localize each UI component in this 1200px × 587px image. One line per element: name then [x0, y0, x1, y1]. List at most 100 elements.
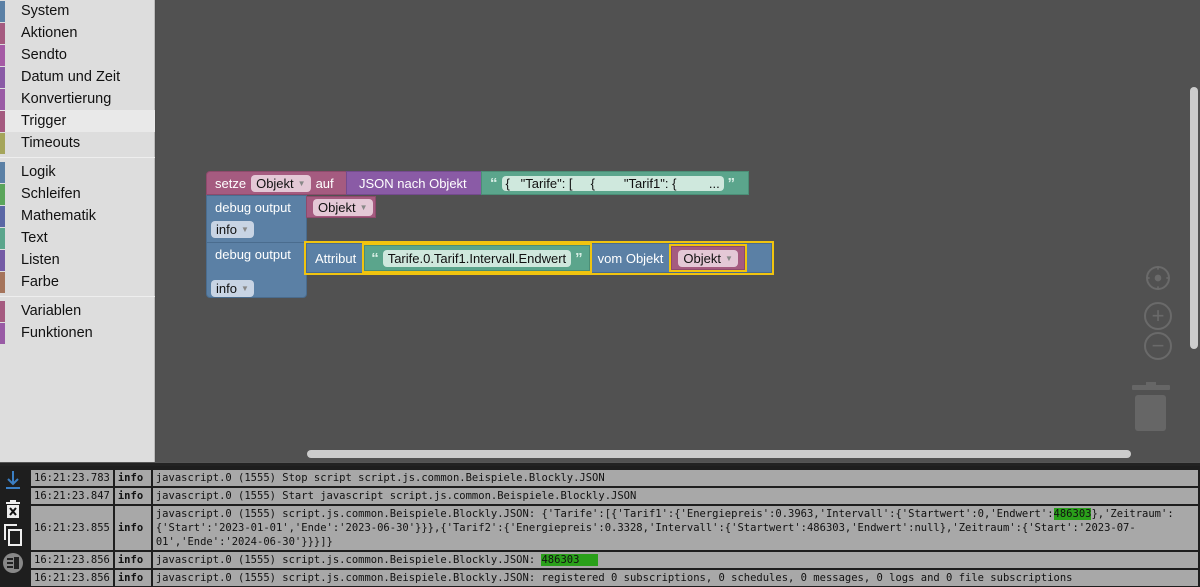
workspace[interactable]: setze Objekt ▼ auf JSON nach Objekt “ { "… — [156, 0, 1200, 462]
recenter-button[interactable] — [1146, 266, 1170, 290]
close-quote-icon: ” — [575, 249, 583, 267]
json-text-block[interactable]: “ { "Tarife": [ { "Tarif1": { ... ” — [481, 171, 749, 195]
category-label: Funktionen — [21, 325, 93, 341]
toolbox-category-text[interactable]: Text — [0, 227, 155, 249]
zoom-out-button[interactable]: − — [1144, 332, 1172, 360]
open-quote-icon: “ — [371, 249, 379, 267]
toolbox-category-variablen[interactable]: Variablen — [0, 300, 155, 322]
horizontal-scrollbar[interactable] — [307, 450, 1131, 458]
category-color-strip — [0, 66, 5, 88]
json-to-object-block[interactable]: JSON nach Objekt — [346, 171, 482, 195]
category-color-strip — [0, 271, 5, 293]
toolbox-category-trigger[interactable]: Trigger — [0, 110, 155, 132]
scroll-down-button[interactable] — [2, 469, 24, 491]
set-label: setze — [215, 175, 247, 191]
toolbox-category-system[interactable]: System — [0, 0, 155, 22]
log-table: 16:21:23.783 info javascript.0 (1555) Stop… — [29, 468, 1200, 587]
category-label: Listen — [21, 252, 60, 268]
log-row: 16:21:23.847 info javascript.0 (1555) Star… — [31, 488, 1198, 504]
log-level-dropdown[interactable]: info ▼ — [211, 280, 254, 297]
log-severity: info — [114, 506, 151, 550]
log-panel: 16:21:23.783 info javascript.0 (1555) Stop… — [0, 466, 1200, 587]
open-quote-icon: “ — [490, 174, 498, 192]
crosshair-icon — [1148, 266, 1168, 290]
chevron-down-icon: ▼ — [240, 225, 249, 234]
category-label: Trigger — [21, 113, 67, 129]
blockly-editor: System Aktionen Sendto Datum und Zeit Konver… — [0, 0, 1200, 587]
debug-output-block-1[interactable]: debug output info ▼ — [206, 195, 307, 243]
category-color-strip — [0, 22, 5, 44]
from-object-label: vom Objekt — [597, 250, 664, 266]
debug-output-label: debug output — [215, 200, 291, 215]
log-message: javascript.0 (1555) Stop script script.j… — [152, 470, 1198, 486]
attribute-block[interactable]: Attribut “ Tarife.0.Tarif1.Intervall.End… — [304, 241, 774, 275]
toolbox-category-timeouts[interactable]: Timeouts — [0, 132, 155, 154]
category-label: Text — [21, 230, 48, 246]
category-label: Mathematik — [21, 208, 96, 224]
debug-output-label: debug output — [215, 247, 291, 262]
log-severity: info — [114, 552, 151, 568]
log-row: 16:21:23.783 info javascript.0 (1555) Stop… — [31, 470, 1198, 486]
chevron-down-icon: ▼ — [297, 178, 306, 188]
log-highlight: 486303 — [1053, 508, 1092, 520]
log-message: javascript.0 (1555) script.js.common.Bei… — [152, 552, 1198, 568]
clear-log-button[interactable] — [2, 498, 24, 520]
toolbox-category-sendto[interactable]: Sendto — [0, 44, 155, 66]
variable-get-block[interactable]: Objekt ▼ — [669, 244, 747, 272]
log-message: javascript.0 (1555) script.js.common.Bei… — [152, 570, 1198, 586]
category-color-strip — [0, 0, 5, 22]
vertical-scrollbar[interactable] — [1190, 87, 1198, 349]
variable-dropdown[interactable]: Objekt ▼ — [678, 249, 738, 267]
category-color-strip — [0, 132, 5, 154]
toolbox-category-datum-und-zeit[interactable]: Datum und Zeit — [0, 66, 155, 88]
category-label: System — [21, 3, 70, 19]
debug-output-block-2[interactable]: debug output info ▼ — [206, 242, 307, 298]
toolbox-separator — [0, 157, 155, 158]
log-level-dropdown[interactable]: info ▼ — [211, 221, 254, 238]
toolbox-category-mathematik[interactable]: Mathematik — [0, 205, 155, 227]
log-message-text: javascript.0 (1555) script.js.common.Bei… — [155, 508, 1054, 520]
variable-dropdown[interactable]: Objekt ▼ — [313, 198, 373, 216]
log-message: javascript.0 (1555) Start javascript scr… — [152, 488, 1198, 504]
log-severity: info — [114, 570, 151, 586]
category-label: Timeouts — [21, 135, 81, 151]
log-time: 16:21:23.783 — [31, 470, 113, 486]
zoom-in-button[interactable]: + — [1144, 302, 1172, 330]
copy-icon — [4, 524, 22, 546]
chevron-down-icon: ▼ — [724, 253, 733, 263]
json-text-field[interactable]: { "Tarife": [ { "Tarif1": { ... — [501, 175, 724, 191]
set-variable-block[interactable]: setze Objekt ▼ auf — [206, 171, 349, 195]
variable-get-block[interactable]: Objekt ▼ — [306, 196, 376, 218]
toolbox-category-schleifen[interactable]: Schleifen — [0, 183, 155, 205]
category-label: Farbe — [21, 274, 59, 290]
category-color-strip — [0, 249, 5, 271]
log-message-text: javascript.0 (1555) script.js.common.Bei… — [155, 554, 542, 566]
log-row: 16:21:23.856 info javascript.0 (1555) scri… — [31, 552, 1198, 568]
path-text-field[interactable]: Tarife.0.Tarif1.Intervall.Endwert — [382, 249, 572, 267]
trash-button[interactable] — [1132, 380, 1170, 437]
category-label: Konvertierung — [21, 91, 112, 107]
category-color-strip — [0, 322, 5, 344]
category-color-strip — [0, 300, 5, 322]
variable-dropdown[interactable]: Objekt ▼ — [251, 174, 311, 192]
toolbox-category-farbe[interactable]: Farbe — [0, 271, 155, 293]
close-quote-icon: ” — [727, 174, 736, 192]
log-row: 16:21:23.856 info javascript.0 (1555) scri… — [31, 570, 1198, 586]
log-severity: info — [114, 488, 151, 504]
path-text-block[interactable]: “ Tarife.0.Tarif1.Intervall.Endwert ” — [362, 243, 592, 273]
toolbox-category-listen[interactable]: Listen — [0, 249, 155, 271]
category-color-strip — [0, 161, 5, 183]
log-toolbar — [0, 466, 27, 587]
toolbox-category-logik[interactable]: Logik — [0, 161, 155, 183]
toolbox-category-konvertierung[interactable]: Konvertierung — [0, 88, 155, 110]
copy-button[interactable] — [2, 524, 24, 546]
category-label: Sendto — [21, 47, 67, 63]
toolbox: System Aktionen Sendto Datum und Zeit Konver… — [0, 0, 155, 462]
toolbox-category-funktionen[interactable]: Funktionen — [0, 322, 155, 344]
toggle-panel-button[interactable] — [2, 552, 24, 574]
category-label: Logik — [21, 164, 56, 180]
scroll-down-icon — [6, 471, 20, 489]
toolbox-category-aktionen[interactable]: Aktionen — [0, 22, 155, 44]
log-severity: info — [114, 470, 151, 486]
attribute-label: Attribut — [315, 250, 357, 266]
